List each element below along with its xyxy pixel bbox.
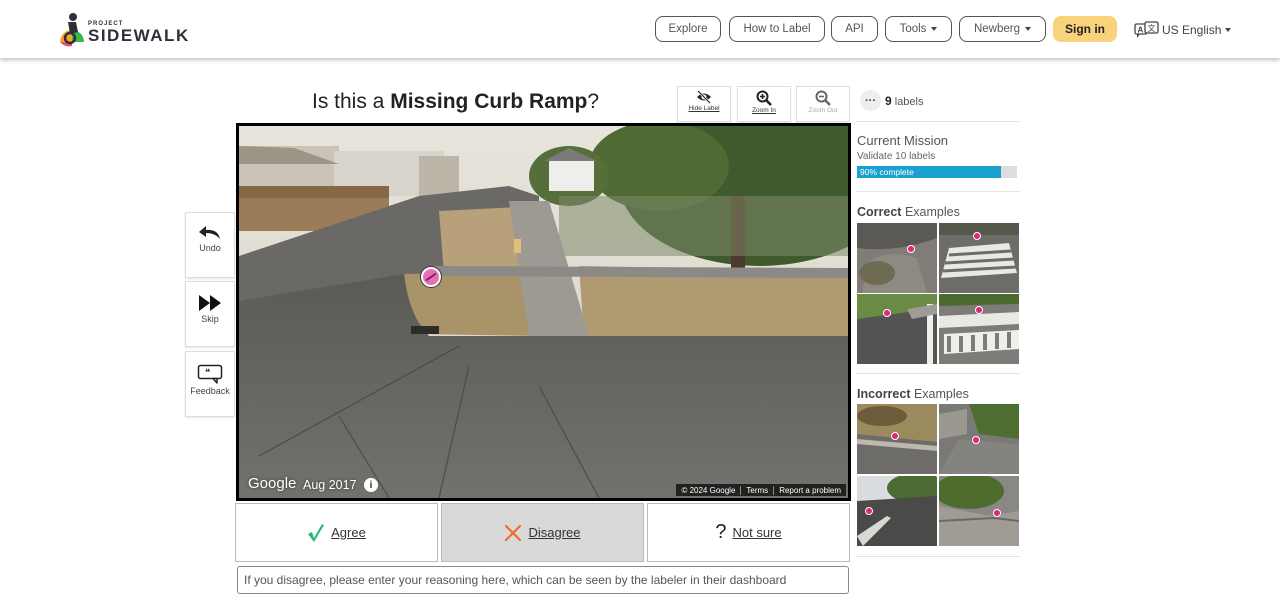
label-dot-icon xyxy=(975,306,983,314)
agree-button[interactable]: Agree xyxy=(235,503,438,562)
correct-example-thumbnail[interactable] xyxy=(939,223,1019,293)
language-label: US English xyxy=(1162,23,1222,37)
correct-examples-title: Correct Examples xyxy=(857,205,960,219)
correct-examples-bold: Correct xyxy=(857,205,902,219)
svg-text:A: A xyxy=(1138,26,1144,35)
chevron-down-icon xyxy=(1225,28,1232,32)
translate-icon: A 文 xyxy=(1134,21,1159,38)
question-label-type: Missing Curb Ramp xyxy=(390,90,588,113)
svg-text:文: 文 xyxy=(1148,23,1156,33)
incorrect-example-thumbnail[interactable] xyxy=(857,476,937,546)
agree-label: Agree xyxy=(331,525,366,540)
correct-example-thumbnail[interactable] xyxy=(857,223,937,293)
top-navbar: PROJECT SIDEWALK Explore How to Label AP… xyxy=(0,0,1280,58)
incorrect-example-thumbnail[interactable] xyxy=(939,476,1019,546)
street-scene-image xyxy=(239,126,848,498)
language-dropdown[interactable]: A 文 US English xyxy=(1134,20,1232,40)
incorrect-examples-bold: Incorrect xyxy=(857,387,911,401)
project-sidewalk-logo[interactable]: PROJECT SIDEWALK xyxy=(56,10,196,50)
nav-api-button[interactable]: API xyxy=(831,16,878,42)
hide-label-button[interactable]: Hide Label xyxy=(677,86,731,122)
validation-question: Is this a Missing Curb Ramp? xyxy=(312,90,599,114)
undo-arrow-icon xyxy=(199,226,220,239)
correct-examples-suffix: Examples xyxy=(901,205,960,219)
chevron-down-icon xyxy=(1025,27,1032,31)
panel-divider xyxy=(856,556,1020,557)
street-view-panorama[interactable]: Google Aug 2017 i © 2024 Google Terms Re… xyxy=(236,123,851,501)
question-prefix: Is this a xyxy=(312,90,391,113)
nav-explore-button[interactable]: Explore xyxy=(655,16,721,42)
label-marker-icon[interactable] xyxy=(421,267,441,287)
pano-copyright: © 2024 Google xyxy=(676,485,742,495)
disagree-label: Disagree xyxy=(528,525,581,540)
nav-city-dropdown[interactable]: Newberg xyxy=(959,16,1046,42)
label-dot-icon xyxy=(865,507,873,515)
fast-forward-icon xyxy=(199,295,221,311)
nav-tools-dropdown[interactable]: Tools xyxy=(885,16,952,42)
skip-label: Skip xyxy=(201,314,219,324)
zoom-in-icon xyxy=(756,90,772,106)
incorrect-example-thumbnail[interactable] xyxy=(939,404,1019,474)
incorrect-examples-title: Incorrect Examples xyxy=(857,387,969,401)
feedback-bubble-icon: ❝ xyxy=(197,364,223,384)
nav-city-label: Newberg xyxy=(973,23,1021,35)
pano-capture-date: Aug 2017 xyxy=(303,478,357,492)
correct-example-thumbnail[interactable] xyxy=(857,294,937,364)
labels-count-word: labels xyxy=(894,96,924,108)
pano-terms-link[interactable]: Terms xyxy=(741,485,775,495)
mission-subtitle: Validate 10 labels xyxy=(857,151,936,162)
undo-label: Undo xyxy=(199,243,221,253)
zoom-out-icon xyxy=(815,90,831,106)
pano-report-link[interactable]: Report a problem xyxy=(774,486,846,495)
correct-example-thumbnail[interactable] xyxy=(939,294,1019,364)
eye-slash-icon xyxy=(697,90,711,104)
feedback-button[interactable]: ❝ Feedback xyxy=(185,351,235,417)
x-mark-icon xyxy=(504,524,522,542)
label-dot-icon xyxy=(972,436,980,444)
nav-tools-label: Tools xyxy=(899,23,927,35)
panel-divider xyxy=(856,373,1020,374)
not-sure-button[interactable]: ? Not sure xyxy=(647,503,850,562)
disagree-reason-input[interactable] xyxy=(237,566,849,594)
label-dot-icon xyxy=(973,232,981,240)
zoom-out-button[interactable]: Zoom Out xyxy=(796,86,850,122)
sign-in-button[interactable]: Sign in xyxy=(1053,16,1117,42)
logo-icon xyxy=(60,13,84,47)
panel-divider xyxy=(856,191,1020,192)
label-dot-icon xyxy=(883,309,891,317)
zoom-in-button[interactable]: Zoom In xyxy=(737,86,791,122)
mission-progress-text: 90% complete xyxy=(860,167,914,177)
question-mark-icon: ? xyxy=(715,521,727,543)
disagree-button[interactable]: Disagree xyxy=(441,503,644,562)
incorrect-examples-suffix: Examples xyxy=(910,387,969,401)
chevron-down-icon xyxy=(931,27,938,31)
skip-button[interactable]: Skip xyxy=(185,281,235,347)
label-dot-icon xyxy=(891,432,899,440)
label-dot-icon xyxy=(993,509,1001,517)
mission-title: Current Mission xyxy=(857,133,949,148)
not-sure-label: Not sure xyxy=(732,525,782,540)
labels-count: 9 labels xyxy=(885,94,924,108)
checkmark-icon xyxy=(307,523,325,543)
incorrect-example-thumbnail[interactable] xyxy=(857,404,937,474)
hide-label-text: Hide Label xyxy=(688,105,720,112)
zoom-in-text: Zoom In xyxy=(752,107,776,114)
zoom-out-text: Zoom Out xyxy=(808,107,838,114)
label-dot-icon xyxy=(907,245,915,253)
labels-count-number: 9 xyxy=(885,94,892,108)
undo-button[interactable]: Undo xyxy=(185,212,235,278)
panel-divider xyxy=(856,121,1020,122)
svg-text:❝: ❝ xyxy=(205,368,210,378)
more-options-button[interactable]: ··· xyxy=(860,90,881,111)
pano-footer: © 2024 Google Terms Report a problem xyxy=(676,484,846,496)
google-watermark: Google xyxy=(248,475,297,492)
feedback-label: Feedback xyxy=(190,386,230,396)
mission-progress-bar: 90% complete xyxy=(857,166,1017,178)
info-icon[interactable]: i xyxy=(364,478,378,492)
logo-sidewalk-text: SIDEWALK xyxy=(88,26,190,45)
nav-how-to-label-button[interactable]: How to Label xyxy=(729,16,825,42)
question-suffix: ? xyxy=(587,90,600,113)
